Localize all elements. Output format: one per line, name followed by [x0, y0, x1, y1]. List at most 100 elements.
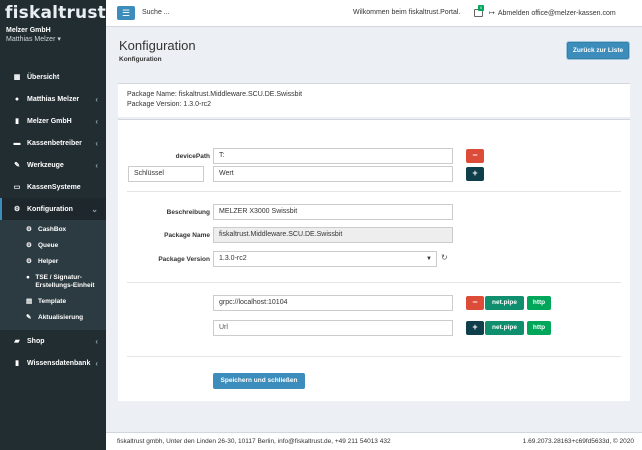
sidebar-item-label: Kassenbetreiber	[27, 139, 82, 147]
configuration-form: devicePath T: − Schlüssel Wert + Beschre…	[118, 119, 630, 401]
sidebar-subitem-cashbox[interactable]: ⚙ CashBox	[0, 223, 106, 239]
footer-version: 1.69.2073.28163+c69fd5633d, © 2020	[522, 438, 634, 445]
shop-icon: ▰	[14, 338, 20, 345]
chevron-left-icon: ‹	[95, 138, 98, 148]
chevron-left-icon: ‹	[95, 94, 98, 104]
logout-link[interactable]: ↦ Abmelden office@melzer-kassen.com	[489, 9, 616, 17]
welcome-text: Wilkommen beim fiskaltrust.Portal.	[353, 9, 461, 16]
sidebar-item-shop[interactable]: ▰ Shop ‹	[0, 330, 106, 352]
sidebar-item-konfiguration[interactable]: ⚙ Konfiguration ⌄	[0, 198, 106, 220]
divider	[127, 356, 621, 357]
footer-contact: fiskaltrust gmbh, Unter den Linden 26-30…	[117, 438, 391, 445]
breadcrumb: Konfiguration	[119, 56, 162, 63]
sidebar-item-werkzeuge[interactable]: ✎ Werkzeuge ‹	[0, 154, 106, 176]
chevron-left-icon: ‹	[95, 358, 98, 368]
notification-badge: 0	[478, 5, 484, 11]
top-navbar: ☰ Suche ... Wilkommen beim fiskaltrust.P…	[106, 0, 642, 27]
sidebar-item-uebersicht[interactable]: ▦ Übersicht	[0, 66, 106, 88]
package-name-input: fiskaltrust.Middleware.SCU.DE.Swissbit	[213, 227, 453, 243]
sidebar-submenu: ⚙ CashBox ⚙ Queue ⚙ Helper ● TSE / Signa…	[0, 220, 106, 330]
caret-down-icon: ▼	[426, 256, 432, 262]
package-version-text: Package Version: 1.3.0-rc2	[127, 101, 212, 108]
gear-icon: ⚙	[26, 226, 32, 233]
gear-icon: ⚙	[26, 242, 32, 249]
brand-logo[interactable]: fiskaltrust.	[0, 0, 112, 22]
new-url-input[interactable]: Url	[213, 320, 453, 336]
description-input[interactable]: MELZER X3000 Swissbit	[213, 204, 453, 220]
sidebar-subitem-queue[interactable]: ⚙ Queue	[0, 239, 106, 255]
register-icon: ▭	[13, 184, 21, 191]
package-name-text: Package Name: fiskaltrust.Middleware.SCU…	[127, 91, 303, 98]
url-input[interactable]: grpc://localhost:10104	[213, 295, 453, 311]
gear-icon: ⚙	[26, 258, 32, 265]
save-and-close-button[interactable]: Speichern und schließen	[213, 373, 305, 389]
parameter-key-input[interactable]: Schlüssel	[128, 166, 204, 182]
divider	[127, 191, 621, 192]
sidebar-item-label: KassenSysteme	[27, 183, 81, 191]
sidebar-item-label: Melzer GmbH	[27, 117, 72, 125]
sidebar-item-kassenbetreiber[interactable]: ▬ Kassenbetreiber ‹	[0, 132, 106, 154]
description-label: Beschreibung	[166, 209, 210, 216]
wrench-icon: ✎	[26, 314, 32, 321]
user-panel: Melzer GmbH Matthias Melzer ▾	[0, 22, 106, 66]
circle-icon: ●	[26, 274, 30, 281]
remove-parameter-button[interactable]: −	[466, 149, 484, 163]
chevron-left-icon: ‹	[95, 336, 98, 346]
user-menu[interactable]: Matthias Melzer ▾	[6, 35, 106, 43]
http-button[interactable]: http	[527, 296, 551, 310]
add-url-button[interactable]: +	[466, 321, 484, 335]
divider	[127, 282, 621, 283]
package-version-select[interactable]: 1.3.0-rc2 ▼	[213, 251, 437, 267]
search-link[interactable]: Suche ...	[142, 9, 170, 16]
sidebar-subitem-label: TSE / Signatur-Erstellungs-Einheit	[35, 274, 95, 289]
sidebar-toggle-button[interactable]: ☰	[117, 6, 135, 20]
sidebar-subitem-label: CashBox	[38, 226, 67, 233]
sidebar: fiskaltrust. Melzer GmbH Matthias Melzer…	[0, 0, 112, 450]
refresh-icon[interactable]: ↻	[441, 253, 448, 262]
file-icon: ▤	[26, 298, 33, 305]
sidebar-subitem-label: Template	[38, 298, 67, 305]
chevron-down-icon: ⌄	[91, 204, 98, 214]
chevron-left-icon: ‹	[95, 116, 98, 126]
package-name-label: Package Name	[164, 232, 210, 239]
sidebar-subitem-tse[interactable]: ● TSE / Signatur-Erstellungs-Einheit	[0, 271, 106, 295]
http-button[interactable]: http	[527, 321, 551, 335]
sidebar-item-label: Shop	[27, 337, 45, 345]
dashboard-icon: ▦	[13, 74, 21, 81]
notifications-button[interactable]: 0	[474, 5, 484, 17]
sidebar-item-label: Matthias Melzer	[27, 95, 80, 103]
sidebar-item-user[interactable]: ● Matthias Melzer ‹	[0, 88, 106, 110]
briefcase-icon: ▬	[13, 139, 21, 147]
cogs-icon: ⚙	[13, 206, 21, 213]
sidebar-subitem-helper[interactable]: ⚙ Helper	[0, 255, 106, 271]
netpipe-button[interactable]: net.pipe	[485, 296, 524, 310]
sidebar-item-wissensdatenbank[interactable]: ▮ Wissensdatenbank ‹	[0, 352, 106, 374]
sidebar-subitem-template[interactable]: ▤ Template	[0, 295, 106, 311]
sidebar-subitem-aktualisierung[interactable]: ✎ Aktualisierung	[0, 311, 106, 327]
sidebar-subitem-label: Helper	[38, 258, 59, 265]
sidebar-nav: ▦ Übersicht ● Matthias Melzer ‹ ▮ Melzer…	[0, 66, 106, 374]
chevron-left-icon: ‹	[95, 160, 98, 170]
building-icon: ▮	[15, 118, 19, 125]
book-icon: ▮	[15, 360, 19, 367]
add-parameter-button[interactable]: +	[466, 167, 484, 181]
package-version-label: Package Version	[158, 256, 210, 263]
back-to-list-button[interactable]: Zurück zur Liste	[567, 42, 629, 59]
parameter-value-input[interactable]: Wert	[213, 166, 453, 182]
sidebar-item-kassensysteme[interactable]: ▭ KassenSysteme	[0, 176, 106, 198]
user-icon: ●	[14, 95, 20, 103]
sidebar-item-label: Übersicht	[27, 73, 60, 81]
logout-label: Abmelden office@melzer-kassen.com	[497, 10, 616, 17]
device-path-input[interactable]: T:	[213, 148, 453, 164]
sidebar-item-label: Werkzeuge	[27, 161, 64, 169]
footer: fiskaltrust gmbh, Unter den Linden 26-30…	[106, 432, 642, 450]
user-company: Melzer GmbH	[6, 27, 51, 34]
main-content: Konfiguration Konfiguration Zurück zur L…	[106, 27, 642, 432]
sidebar-item-company[interactable]: ▮ Melzer GmbH ‹	[0, 110, 106, 132]
sign-out-icon: ↦	[489, 10, 495, 17]
remove-url-button[interactable]: −	[466, 296, 484, 310]
sidebar-subitem-label: Aktualisierung	[38, 314, 84, 321]
netpipe-button[interactable]: net.pipe	[485, 321, 524, 335]
device-path-label: devicePath	[175, 153, 210, 160]
sidebar-subitem-label: Queue	[38, 242, 59, 249]
